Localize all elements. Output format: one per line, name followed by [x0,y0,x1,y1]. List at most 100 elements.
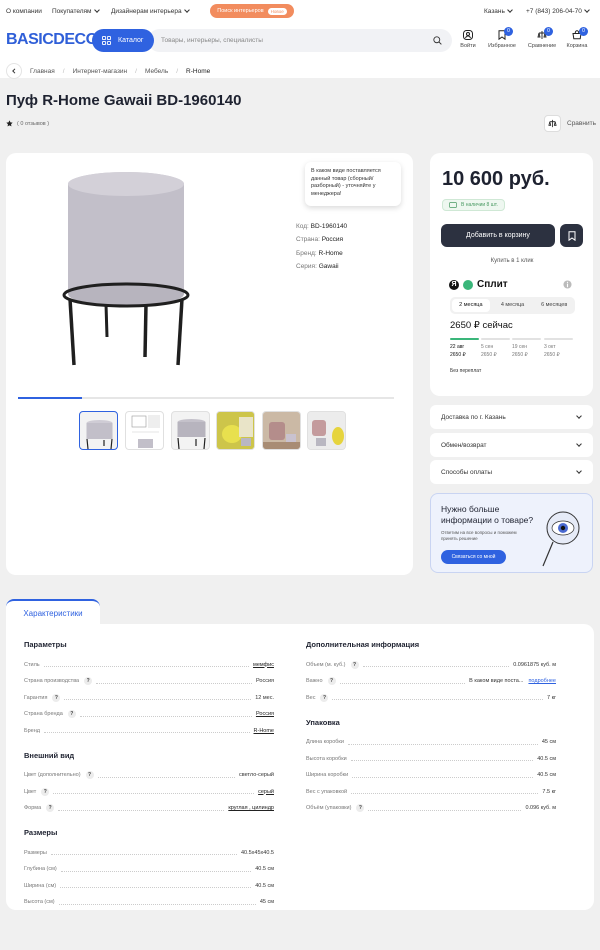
assembly-tooltip: В каком виде поставляется данный товар (… [305,162,401,206]
tab-6-months[interactable]: 6 месяцев [535,299,573,312]
split-payment: 5 сен 2650 ₽ [481,338,510,359]
login-button[interactable]: Войти [451,30,485,49]
contact-me-button[interactable]: Связаться со мной [441,550,506,564]
payment-methods-accordion[interactable]: Способы оплаты [430,460,593,484]
breadcrumb-item[interactable]: Главная [30,68,55,75]
spec-value: 40.5х45х40.5 [240,849,274,856]
split-payment-bar [450,338,479,340]
catalog-label: Каталог [118,37,144,44]
spec-value[interactable]: серый [258,789,274,795]
spec-value: 7 кг [547,694,556,701]
spec-label-text: Ширина (см) [24,882,57,889]
gallery-thumb[interactable] [262,411,301,450]
search-input[interactable]: Товары, интерьеры, специалисты [148,29,452,52]
spec-value[interactable]: Россия [256,711,274,717]
dotted-leader [351,789,539,794]
catalog-button[interactable]: Каталог [92,29,154,52]
dotted-leader [53,789,255,794]
split-no-overpay: Без переплат [450,368,482,374]
add-to-favorites-button[interactable] [560,224,583,247]
info-icon[interactable] [563,280,572,289]
cart-button[interactable]: Корзина 0 [560,27,594,49]
spec-value: 40.5 см [537,772,556,778]
breadcrumb-item[interactable]: Мебель [145,68,168,75]
dotted-leader [368,806,522,811]
gallery-thumb[interactable] [216,411,255,450]
gallery-progress[interactable] [18,397,394,399]
help-icon[interactable]: ? [320,693,329,702]
spec-label: Ширина (см) [24,883,56,889]
product-main-image[interactable] [56,167,196,377]
spec-label-text: Высота (см) [24,899,55,905]
stock-label: В наличии 8 шт. [461,202,498,208]
favorites-button[interactable]: Избранное 0 [485,27,519,49]
tab-2-months[interactable]: 2 месяца [452,299,490,312]
spec-label: Размеры [24,850,47,856]
dotted-leader [362,662,510,667]
spec-row: Бренд R-Home [24,726,274,735]
phone-selector[interactable]: +7 (843) 206-04-70 [526,7,590,15]
buy-card: 10 600 руб. В наличии 8 шт. Добавить в к… [430,153,593,396]
dotted-leader [350,756,534,761]
product-gallery-card: В каком виде поставляется данный товар (… [6,153,413,575]
spec-value[interactable]: круглая , цилиндр [228,805,274,811]
split-period-tabs: 2 месяца 4 месяца 6 месяцев [450,297,575,314]
accordion-label: Обмен/возврат [441,441,487,449]
tab-characteristics[interactable]: Характеристики [6,599,100,625]
compare-button[interactable]: Сравнение 0 [525,27,559,49]
search-icon[interactable] [433,36,442,45]
breadcrumb-current: R-Home [186,67,211,75]
product-rating[interactable]: ( 0 отзывов ) [6,120,49,127]
interior-search-pill[interactable]: Поиск интерьеров Новое [210,4,294,18]
spec-value: 45 см [259,899,274,905]
gallery-thumb[interactable] [171,411,210,450]
help-icon[interactable]: ? [327,677,336,685]
help-icon[interactable]: ? [356,804,365,812]
tab-4-months[interactable]: 4 месяца [494,299,532,312]
breadcrumb-item[interactable]: Интернет-магазин [73,68,128,75]
stock-badge: В наличии 8 шт. [442,199,505,211]
compare-product-button[interactable]: Сравнить [544,115,596,132]
help-icon[interactable]: ? [350,660,359,669]
section-heading: Дополнительная информация [306,640,420,649]
buy-one-click-link[interactable]: Купить в 1 клик [441,258,583,264]
section-heading: Упаковка [306,717,340,727]
more-link[interactable]: подробнее [528,678,556,684]
gallery-thumb[interactable] [125,411,164,450]
spec-label-text: Объем (м. куб.) [306,661,346,668]
favorites-label: Избранное [488,43,516,49]
help-icon[interactable]: ? [41,787,50,796]
return-accordion[interactable]: Обмен/возврат [430,433,593,457]
gallery-thumb[interactable] [307,411,346,450]
help-icon[interactable]: ? [84,677,93,685]
characteristics-card: Параметры Стиль мемфис Страна производства?… [6,624,594,910]
help-icon[interactable]: ? [52,693,61,702]
compare-label: Сравнение [527,43,557,49]
dotted-leader [58,900,256,905]
spec-row: Цвет? серый [24,787,274,796]
spec-value[interactable]: мемфис [253,662,274,668]
chevron-down-icon [576,413,582,419]
topbar-link-buyers[interactable]: Покупателям [52,7,100,15]
topbar-link-designers[interactable]: Дизайнерам интерьера [111,7,190,15]
help-icon[interactable]: ? [46,804,55,812]
dotted-leader [43,728,250,733]
dotted-leader [332,695,543,700]
dotted-leader [50,850,237,855]
dotted-leader [58,806,225,811]
spec-row: Страна бренда? Россия [24,710,274,719]
help-icon[interactable]: ? [67,710,76,718]
help-icon[interactable]: ? [85,771,94,779]
back-button[interactable] [6,63,22,79]
chevron-down-icon [584,7,590,13]
topbar-link-about[interactable]: О компании [6,8,42,15]
spec-value[interactable]: R-Home [254,728,274,734]
city-selector[interactable]: Казань [484,7,513,15]
spec-label-text: Форма [24,805,42,811]
add-to-cart-button[interactable]: Добавить в корзину [441,224,555,247]
delivery-accordion[interactable]: Доставка по г. Казань [430,405,593,429]
spec-value: светло-серый [239,772,274,778]
magnifier-eye-icon [542,511,580,567]
gallery-thumb[interactable] [79,411,118,450]
split-circle-icon [463,279,473,290]
